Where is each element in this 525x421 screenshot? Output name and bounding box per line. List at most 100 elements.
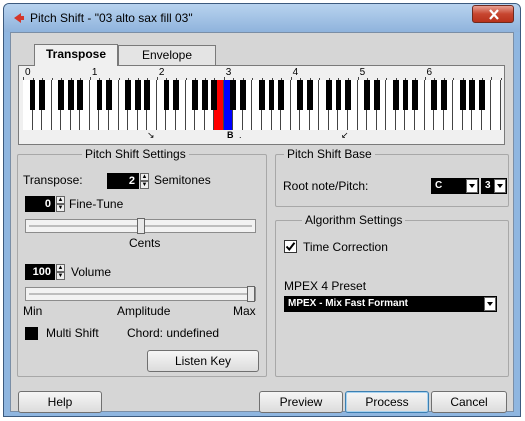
cancel-button[interactable]: Cancel [431,391,507,413]
black-key[interactable] [77,80,84,110]
finetune-stepper[interactable]: ▲ ▼ [56,196,65,212]
white-key[interactable] [491,80,501,130]
black-key[interactable] [469,80,476,110]
finetune-slider-thumb[interactable] [136,218,145,234]
black-key[interactable] [259,80,265,110]
arrow-down-icon[interactable]: ▼ [56,204,65,212]
octave-label: 3 [225,67,232,78]
root-octave-dropdown[interactable]: 3 [481,178,507,194]
process-button[interactable]: Process [345,391,429,413]
range-start-marker: ↘ [147,130,155,140]
help-button[interactable]: Help [18,391,102,413]
root-dot-marker: . [239,130,242,140]
arrow-up-icon[interactable]: ▲ [56,196,65,204]
mpex-preset-dropdown[interactable]: MPEX - Mix Fast Formant [284,296,497,312]
black-key[interactable] [278,80,284,110]
dialog-client-area: Transpose Envelope 0 1 2 3 4 5 6 ↘ B . ↙ Pitch… [10,32,514,413]
root-note-label: Root note/Pitch: [283,179,369,193]
black-key[interactable] [173,80,179,110]
chevron-down-icon[interactable] [484,297,496,311]
black-key[interactable] [392,80,399,110]
cents-label: Cents [129,236,161,250]
black-key[interactable] [106,80,112,110]
black-key[interactable] [29,80,36,110]
volume-slider[interactable] [25,286,256,302]
black-key[interactable] [211,80,218,110]
black-key[interactable] [58,80,65,110]
black-key[interactable] [326,80,332,110]
black-key[interactable] [125,80,132,110]
black-key[interactable] [192,80,198,110]
piano-keyboard[interactable]: 0 1 2 3 4 5 6 ↘ B . ↙ [23,67,502,142]
black-key[interactable] [479,80,485,110]
transpose-tab-panel: 0 1 2 3 4 5 6 ↘ B . ↙ [18,65,505,145]
finetune-slider[interactable] [25,218,256,234]
transpose-input[interactable]: 2 [107,173,139,189]
close-x-icon [489,9,499,20]
black-key[interactable] [431,80,437,110]
volume-slider-thumb[interactable] [247,286,255,302]
checkmark-icon [285,242,296,252]
range-end-marker: ↙ [341,130,349,140]
black-key[interactable] [201,80,208,110]
black-key[interactable] [163,80,170,110]
time-correction-checkbox[interactable] [284,240,297,253]
volume-stepper[interactable]: ▲ ▼ [56,264,65,280]
black-key[interactable] [144,80,151,110]
octave-label: 4 [292,67,299,78]
transpose-stepper[interactable]: ▲ ▼ [140,173,149,189]
root-note-dropdown[interactable]: C [431,178,479,194]
close-button[interactable] [472,5,514,23]
black-key[interactable] [297,80,304,110]
volume-label: Volume [71,265,112,279]
piano-keys[interactable] [23,80,501,130]
chevron-down-icon[interactable] [494,179,506,193]
black-key[interactable] [39,80,45,110]
octave-label: 5 [359,67,366,78]
black-key[interactable] [459,80,466,110]
tab-transpose[interactable]: Transpose [34,44,118,66]
algorithm-settings-group: Algorithm Settings [275,213,509,377]
group-title: Pitch Shift Settings [85,147,186,161]
black-key[interactable] [240,80,246,110]
black-key[interactable] [364,80,371,110]
tab-envelope[interactable]: Envelope [118,45,216,65]
black-key[interactable] [306,80,313,110]
transpose-label: Transpose: [23,173,83,187]
multi-shift-checkbox[interactable] [25,327,38,340]
chevron-down-icon[interactable] [466,179,478,193]
black-key[interactable] [96,80,103,110]
root-note-value: C [435,180,443,191]
volume-input[interactable]: 100 [25,264,55,280]
black-key[interactable] [440,80,447,110]
multi-shift-label: Multi Shift [46,326,99,340]
arrow-down-icon[interactable]: ▼ [56,272,65,280]
group-title: Pitch Shift Base [287,147,372,161]
arrow-up-icon[interactable]: ▲ [140,173,149,181]
black-key[interactable] [412,80,418,110]
octave-label: 6 [426,67,433,78]
black-key[interactable] [345,80,351,110]
arrow-up-icon[interactable]: ▲ [56,264,65,272]
preview-button[interactable]: Preview [259,391,343,413]
cubase-icon [14,13,24,23]
black-key[interactable] [373,80,380,110]
root-note-marker: B [227,130,234,140]
black-key[interactable] [402,80,409,110]
octave-label: 2 [158,67,165,78]
mpex-preset-value: MPEX - Mix Fast Formant [288,298,409,309]
black-key[interactable] [335,80,342,110]
semitones-label: Semitones [154,173,211,187]
black-key[interactable] [268,80,275,110]
group-title: Algorithm Settings [305,213,403,227]
arrow-down-icon[interactable]: ▼ [140,181,149,189]
black-key[interactable] [230,80,237,110]
black-key[interactable] [67,80,74,110]
listen-key-button[interactable]: Listen Key [147,350,259,372]
ruler-tick [501,78,502,80]
tab-label: Envelope [141,48,193,62]
finetune-input[interactable]: 0 [25,196,55,212]
pitch-shift-base-group: Pitch Shift Base [275,147,509,207]
title-bar[interactable]: Pitch Shift - "03 alto sax fill 03" [4,4,520,32]
black-key[interactable] [134,80,141,110]
